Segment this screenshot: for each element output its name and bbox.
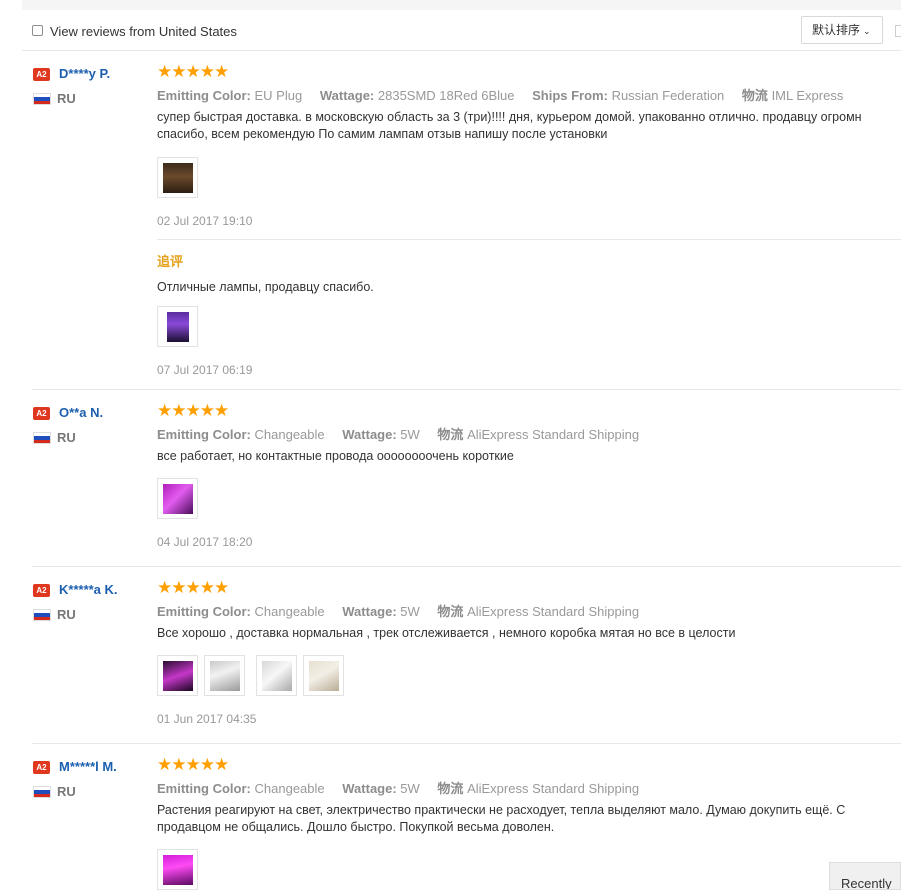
attr-key: 物流 — [437, 781, 464, 796]
buyer-level-badge: A2 — [33, 761, 50, 774]
attr-key: Wattage: — [342, 604, 397, 619]
review-photo[interactable] — [256, 655, 297, 696]
reviewer-country: RU — [57, 91, 76, 106]
attr-value: Changeable — [254, 427, 325, 442]
recently-viewed-tab[interactable]: Recently — [829, 862, 901, 890]
rating-stars: ★★★★★ — [157, 62, 229, 81]
reviewer-name[interactable]: M*****l M. — [59, 759, 117, 774]
attr-key: 物流 — [437, 604, 464, 619]
review-photo[interactable] — [157, 849, 198, 890]
russia-flag-icon — [33, 786, 51, 798]
review-date: 04 Jul 2017 18:20 — [157, 535, 253, 549]
russia-flag-icon — [33, 432, 51, 444]
buyer-level-badge: A2 — [33, 68, 50, 81]
review-item: A2 O**a N. RU ★★★★★ Emitting Color: Chan… — [32, 401, 901, 567]
review-photo[interactable] — [157, 478, 198, 519]
partial-checkbox[interactable] — [895, 25, 901, 37]
review-item: A2 M*****l M. RU ★★★★★ Emitting Color: C… — [32, 755, 901, 890]
attr-value: 5W — [400, 781, 420, 796]
attr-value: 2835SMD 18Red 6Blue — [377, 88, 515, 103]
attr-key: 物流 — [741, 88, 768, 103]
buyer-level-badge: A2 — [33, 407, 50, 420]
followup-label: 追评 — [157, 254, 184, 269]
review-photo[interactable] — [303, 655, 344, 696]
sku-attributes: Emitting Color: Changeable Wattage: 5W 物… — [157, 601, 653, 620]
review-photo[interactable] — [157, 157, 198, 198]
reviewer-name[interactable]: K*****a K. — [59, 582, 118, 597]
review-date: 02 Jul 2017 19:10 — [157, 214, 253, 228]
review-text: Все хорошо , доставка нормальная , трек … — [157, 626, 736, 640]
russia-flag-icon — [33, 93, 51, 105]
attr-value: Changeable — [254, 604, 325, 619]
rating-stars: ★★★★★ — [157, 578, 229, 597]
rating-stars: ★★★★★ — [157, 401, 229, 420]
chevron-down-icon: ⌄ — [863, 26, 871, 36]
attr-value: 5W — [400, 604, 420, 619]
review-item: A2 K*****a K. RU ★★★★★ Emitting Color: C… — [32, 578, 901, 744]
followup-divider — [157, 239, 901, 240]
attr-key: Wattage: — [342, 427, 397, 442]
review-photo[interactable] — [157, 655, 198, 696]
followup-text: Отличные лампы, продавцу спасибо. — [157, 280, 374, 294]
sku-attributes: Emitting Color: Changeable Wattage: 5W 物… — [157, 424, 653, 443]
sku-attributes: Emitting Color: EU Plug Wattage: 2835SMD… — [157, 85, 857, 104]
review-date: 01 Jun 2017 04:35 — [157, 712, 257, 726]
attr-key: Wattage: — [319, 88, 375, 103]
sort-dropdown[interactable]: 默认排序 ⌄ — [801, 16, 883, 44]
attr-value: 5W — [400, 427, 420, 442]
attr-key: Emitting Color: — [157, 781, 251, 796]
attr-key: Ships From: — [532, 88, 608, 103]
attr-value: AliExpress Standard Shipping — [467, 604, 640, 619]
review-item: A2 D****y P. RU ★★★★★ Emitting Color: EU… — [32, 62, 901, 390]
review-text: супер быстрая доставка. в московскую обл… — [157, 110, 862, 141]
attr-value: AliExpress Standard Shipping — [467, 781, 640, 796]
attr-key: Emitting Color: — [157, 604, 251, 619]
reviewer-country: RU — [57, 607, 76, 622]
followup-date: 07 Jul 2017 06:19 — [157, 363, 253, 377]
us-reviews-checkbox[interactable] — [32, 25, 43, 36]
rating-stars: ★★★★★ — [157, 755, 229, 774]
reviewer-country: RU — [57, 784, 76, 799]
attr-value: IML Express — [771, 88, 844, 103]
russia-flag-icon — [33, 609, 51, 621]
review-photo[interactable] — [157, 306, 198, 347]
attr-value: AliExpress Standard Shipping — [467, 427, 640, 442]
reviewer-country: RU — [57, 430, 76, 445]
sku-attributes: Emitting Color: Changeable Wattage: 5W 物… — [157, 778, 653, 797]
attr-value: Russian Federation — [611, 88, 725, 103]
reviewer-name[interactable]: D****y P. — [59, 66, 110, 81]
review-photo[interactable] — [204, 655, 245, 696]
attr-value: Changeable — [254, 781, 325, 796]
us-reviews-label[interactable]: View reviews from United States — [50, 24, 237, 39]
review-text: Растения реагируют на свет, электричеств… — [157, 803, 846, 834]
sort-label: 默认排序 — [812, 23, 861, 37]
review-filter-bar: View reviews from United States 默认排序 ⌄ — [22, 11, 901, 51]
top-strip — [22, 0, 901, 10]
attr-key: 物流 — [437, 427, 464, 442]
review-text: все работает, но контактные провода оооо… — [157, 449, 514, 463]
attr-key: Emitting Color: — [157, 427, 251, 442]
reviewer-name[interactable]: O**a N. — [59, 405, 103, 420]
buyer-level-badge: A2 — [33, 584, 50, 597]
attr-key: Emitting Color: — [157, 88, 251, 103]
attr-key: Wattage: — [342, 781, 397, 796]
attr-value: EU Plug — [254, 88, 303, 103]
